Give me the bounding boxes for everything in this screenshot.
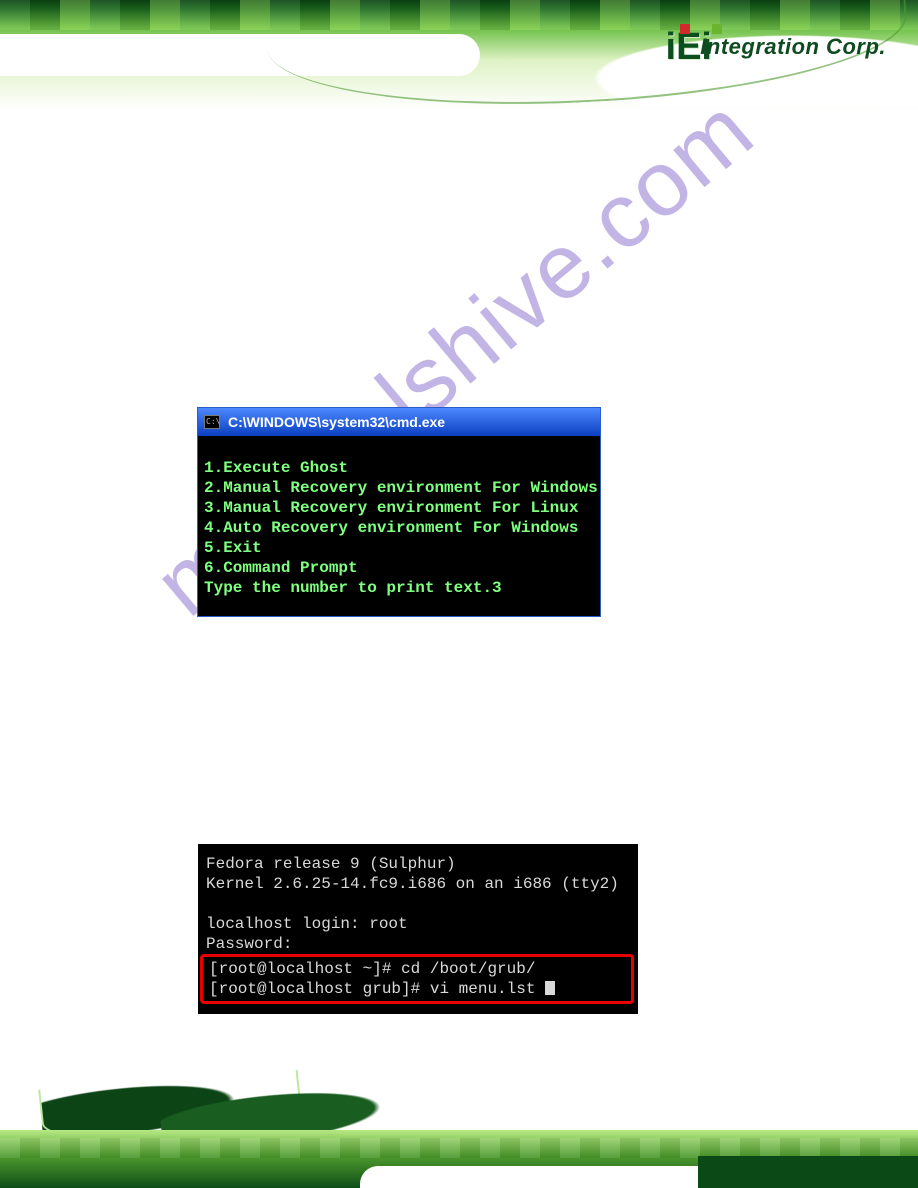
footer-corner bbox=[698, 1156, 918, 1188]
cmd-line: 6.Command Prompt bbox=[204, 558, 594, 578]
cmd-line: 3.Manual Recovery environment For Linux bbox=[204, 498, 594, 518]
logo-dot-red-icon bbox=[680, 24, 690, 34]
cmd-line: Type the number to print text.3 bbox=[204, 578, 594, 598]
tty-kernel: Kernel 2.6.25-14.fc9.i686 on an i686 (tt… bbox=[206, 874, 638, 894]
cmd-line: 4.Auto Recovery environment For Windows bbox=[204, 518, 594, 538]
tty-screenshot: Fedora release 9 (Sulphur) Kernel 2.6.25… bbox=[198, 844, 638, 1014]
tty-login: localhost login: root bbox=[206, 914, 638, 934]
cmd-line: 5.Exit bbox=[204, 538, 594, 558]
tty-cmd-vi-text: [root@localhost grub]# vi menu.lst bbox=[209, 980, 545, 998]
header-banner: iEi Integration Corp. bbox=[0, 0, 918, 110]
footer-banner bbox=[0, 1070, 918, 1188]
cmd-title-text: C:\WINDOWS\system32\cmd.exe bbox=[228, 414, 445, 430]
tty-release: Fedora release 9 (Sulphur) bbox=[206, 854, 638, 874]
brand-tagline: Integration Corp. bbox=[700, 34, 886, 60]
logo-dot-green-icon bbox=[712, 24, 722, 34]
cmd-screenshot: C:\WINDOWS\system32\cmd.exe 1.Execute Gh… bbox=[198, 408, 600, 616]
cmd-line: 2.Manual Recovery environment For Window… bbox=[204, 478, 594, 498]
cmd-body: 1.Execute Ghost 2.Manual Recovery enviro… bbox=[198, 436, 600, 616]
cmd-line: 1.Execute Ghost bbox=[204, 458, 594, 478]
tty-password: Password: bbox=[206, 934, 638, 954]
cmd-icon bbox=[204, 415, 220, 429]
tty-cmd-cd: [root@localhost ~]# cd /boot/grub/ bbox=[205, 959, 629, 979]
tty-highlight-box: [root@localhost ~]# cd /boot/grub/ [root… bbox=[200, 954, 634, 1004]
tty-cmd-vi: [root@localhost grub]# vi menu.lst bbox=[205, 979, 629, 999]
tty-cursor-icon bbox=[545, 981, 555, 995]
cmd-titlebar: C:\WINDOWS\system32\cmd.exe bbox=[198, 408, 600, 436]
